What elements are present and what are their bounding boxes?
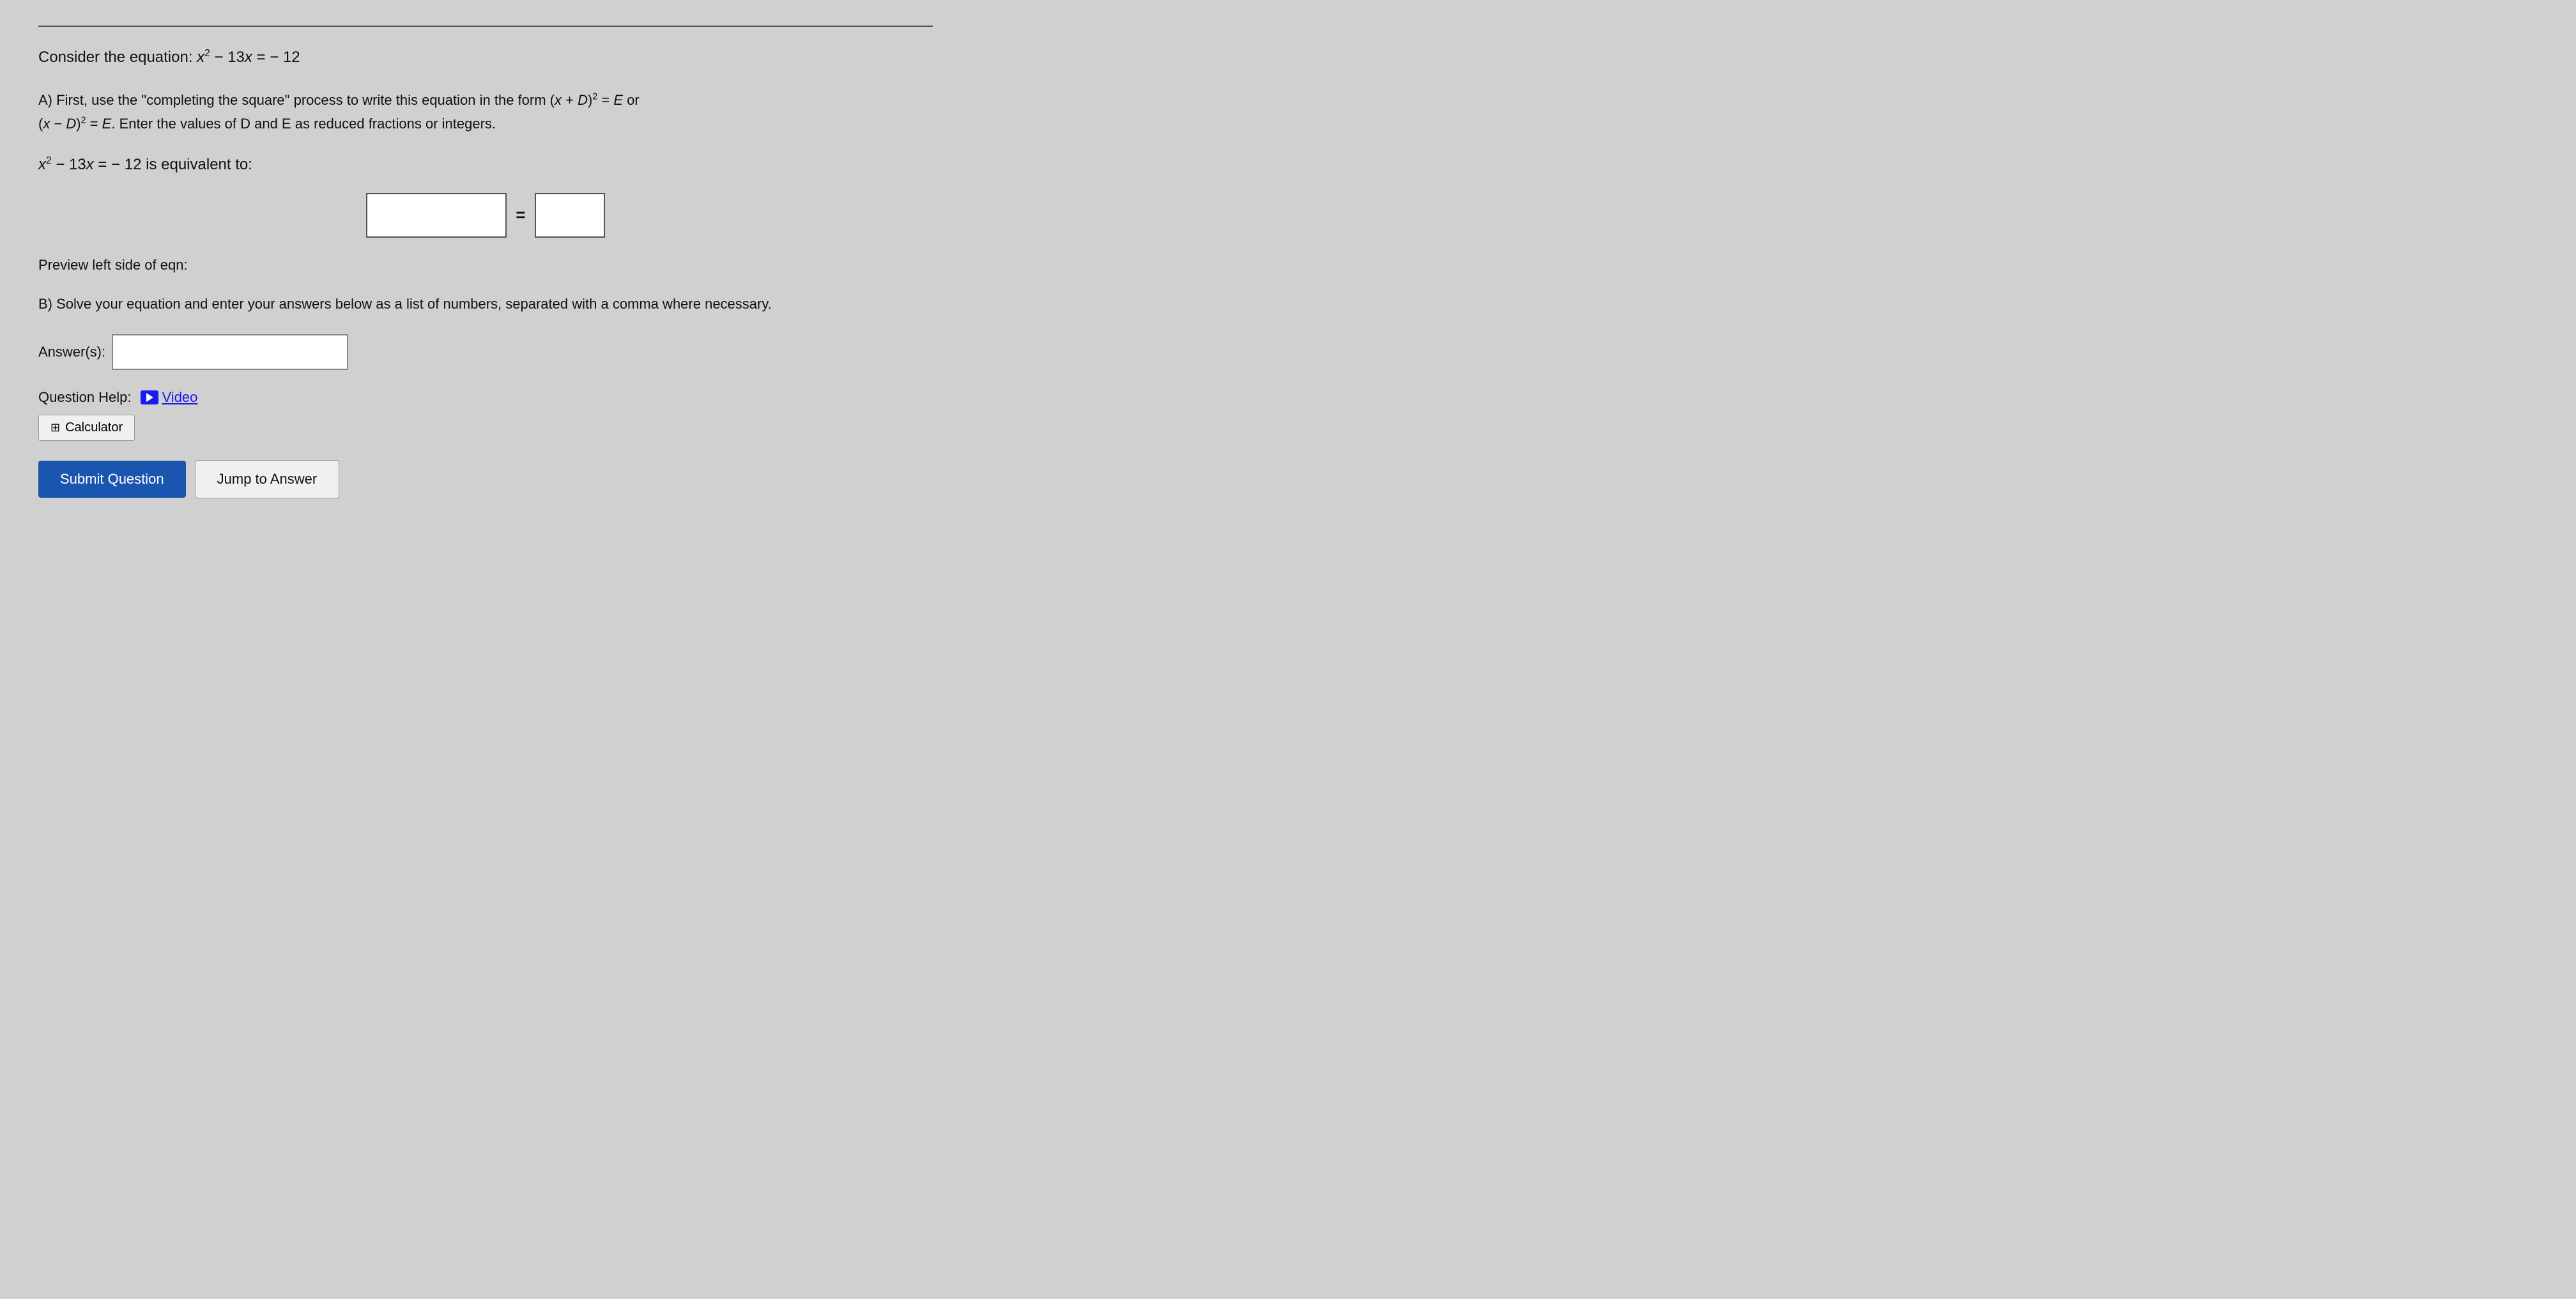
submit-question-button[interactable]: Submit Question — [38, 461, 186, 498]
video-link-text: Video — [162, 389, 198, 406]
section-a-text: A) First, use the "completing the square… — [38, 88, 933, 136]
page-container: Consider the equation: x2 − 13x = − 12 A… — [38, 26, 933, 498]
jump-to-answer-button[interactable]: Jump to Answer — [195, 460, 340, 498]
calculator-icon: ⊞ — [50, 421, 60, 434]
top-divider — [38, 26, 933, 27]
answer-row: Answer(s): — [38, 334, 933, 370]
section-b-text: B) Solve your equation and enter your an… — [38, 293, 933, 315]
calculator-button[interactable]: ⊞ Calculator — [38, 415, 135, 441]
question-help-row: Question Help: Video — [38, 389, 933, 406]
action-buttons-row: Submit Question Jump to Answer — [38, 460, 933, 498]
answer-label: Answer(s): — [38, 344, 105, 360]
question-help-label: Question Help: — [38, 389, 132, 406]
equals-sign: = — [516, 205, 525, 225]
left-side-input[interactable] — [366, 193, 507, 238]
video-play-icon — [141, 390, 158, 404]
answer-input[interactable] — [112, 334, 348, 370]
right-side-input[interactable] — [535, 193, 605, 238]
preview-text: Preview left side of eqn: — [38, 257, 933, 273]
equation-line: x2 − 13x = − 12 is equivalent to: — [38, 155, 933, 174]
calculator-btn-label: Calculator — [65, 420, 123, 435]
video-link[interactable]: Video — [141, 389, 198, 406]
completing-square-row: = — [38, 193, 933, 238]
equation-header: Consider the equation: x2 − 13x = − 12 — [38, 46, 933, 69]
